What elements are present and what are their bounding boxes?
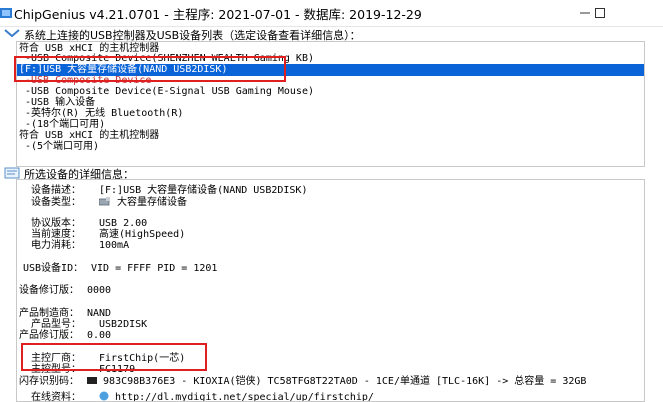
document-icon <box>4 167 20 179</box>
device-type-label: 设备类型： <box>31 197 81 208</box>
device-desc-label: 设备描述： <box>31 185 81 196</box>
online-label: 在线资料： <box>31 392 81 402</box>
flash-id-row: 闪存识别码： 983C98B376E3 - KIOXIA(铠侠) TC58TFG… <box>19 375 586 388</box>
window-title: ChipGenius v4.21.0701 - 主程序: 2021-07-01 … <box>14 7 422 22</box>
maximize-icon <box>595 8 605 18</box>
product-rev-label: 产品修订版： <box>19 330 79 341</box>
product-rev-row: 产品修订版： 0.00 <box>19 329 111 342</box>
flash-id-value: 983C98B376E3 - KIOXIA(铠侠) TC58TFG8T22TA0… <box>103 376 587 387</box>
product-rev-value: 0.00 <box>87 330 112 341</box>
revision-value: 0000 <box>87 285 112 296</box>
usb-id-value: VID = FFFF PID = 1201 <box>91 263 218 274</box>
highlight-box-controller <box>21 343 207 371</box>
power-value: 100mA <box>99 240 130 251</box>
title-bar: ChipGenius v4.21.0701 - 主程序: 2021-07-01 … <box>0 0 663 27</box>
device-type-value: 大容量存储设备 <box>117 197 188 208</box>
device-list-header: 系统上连接的USB控制器及USB设备列表（选定设备查看详细信息）： <box>0 26 663 42</box>
device-type-row: 设备类型： 大容量存储设备 <box>31 196 187 209</box>
flash-id-label: 闪存识别码： <box>19 376 79 387</box>
revision-label: 设备修订版： <box>19 285 79 296</box>
revision-row: 设备修订版： 0000 <box>19 284 111 297</box>
usb-drive-icon <box>98 197 110 206</box>
power-label: 电力消耗： <box>31 240 81 251</box>
usb-id-label: USB设备ID： <box>23 263 84 274</box>
chip-icon <box>87 377 97 384</box>
online-link[interactable]: http://dl.mydigit.net/special/up/firstch… <box>115 392 374 401</box>
power-row: 电力消耗： 100mA <box>31 239 129 252</box>
usb-id-row: USB设备ID： VID = FFFF PID = 1201 <box>23 262 217 275</box>
highlight-box-device <box>14 56 286 82</box>
chevron-down-icon <box>4 29 20 38</box>
app-icon <box>0 8 12 18</box>
online-row: 在线资料： http://dl.mydigit.net/special/up/f… <box>31 391 374 402</box>
maximize-button[interactable] <box>580 0 620 26</box>
tree-item-ports-5[interactable]: -(5个端口可用) <box>25 141 99 153</box>
